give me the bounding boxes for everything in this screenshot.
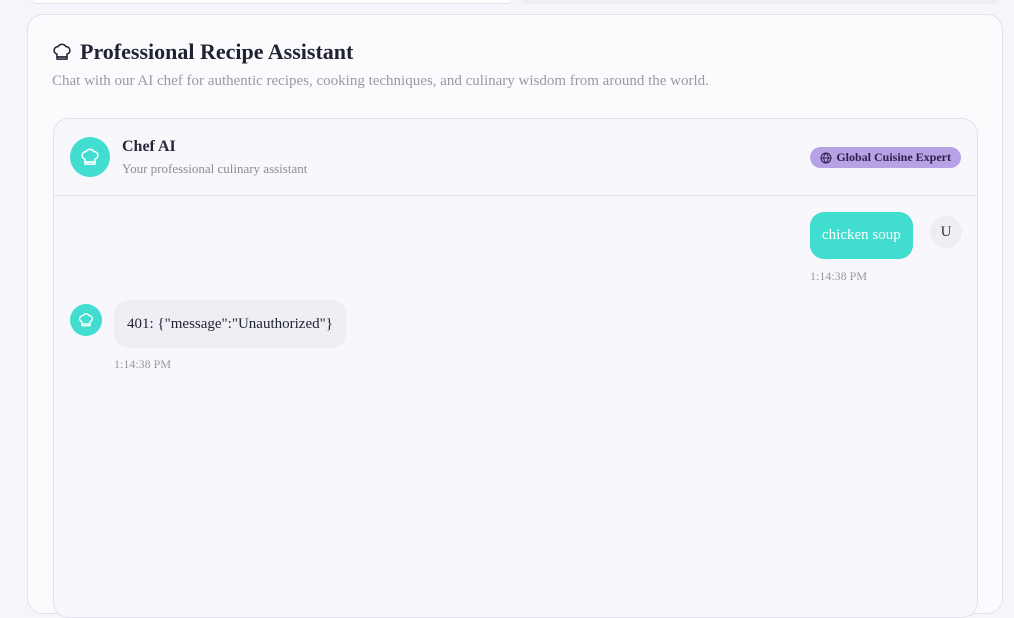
assistant-message-avatar: [70, 304, 102, 336]
assistant-message-bubble: 401: {"message":"Unauthorized"}: [114, 300, 346, 348]
chat-header: Chef AI Your professional culinary assis…: [54, 119, 977, 196]
top-tabs: [0, 0, 1014, 6]
assistant-description: Your professional culinary assistant: [122, 161, 308, 176]
page-title: Professional Recipe Assistant: [80, 39, 354, 64]
user-message-time: 1:14:38 PM: [810, 269, 868, 283]
assistant-message-time: 1:14:38 PM: [114, 357, 172, 371]
recipe-assistant-card: Professional Recipe Assistant Chat with …: [27, 14, 1003, 618]
page-subtitle: Chat with our AI chef for authentic reci…: [52, 73, 709, 89]
tab-previous[interactable]: [30, 0, 514, 4]
chat-panel: Chef AI Your professional culinary assis…: [53, 118, 978, 618]
card-header: Professional Recipe Assistant: [52, 39, 353, 65]
badge-label: Global Cuisine Expert: [836, 150, 951, 164]
user-message-bubble: chicken soup: [810, 212, 913, 259]
chef-hat-icon: [79, 313, 93, 327]
tab-next[interactable]: [520, 0, 1000, 4]
assistant-name: Chef AI: [122, 138, 176, 155]
chef-hat-icon: [52, 42, 72, 62]
expertise-badge: Global Cuisine Expert: [810, 147, 961, 168]
user-avatar: U: [930, 216, 962, 248]
chef-avatar: [70, 137, 110, 177]
chef-hat-icon: [81, 148, 99, 165]
globe-icon: [820, 151, 832, 164]
